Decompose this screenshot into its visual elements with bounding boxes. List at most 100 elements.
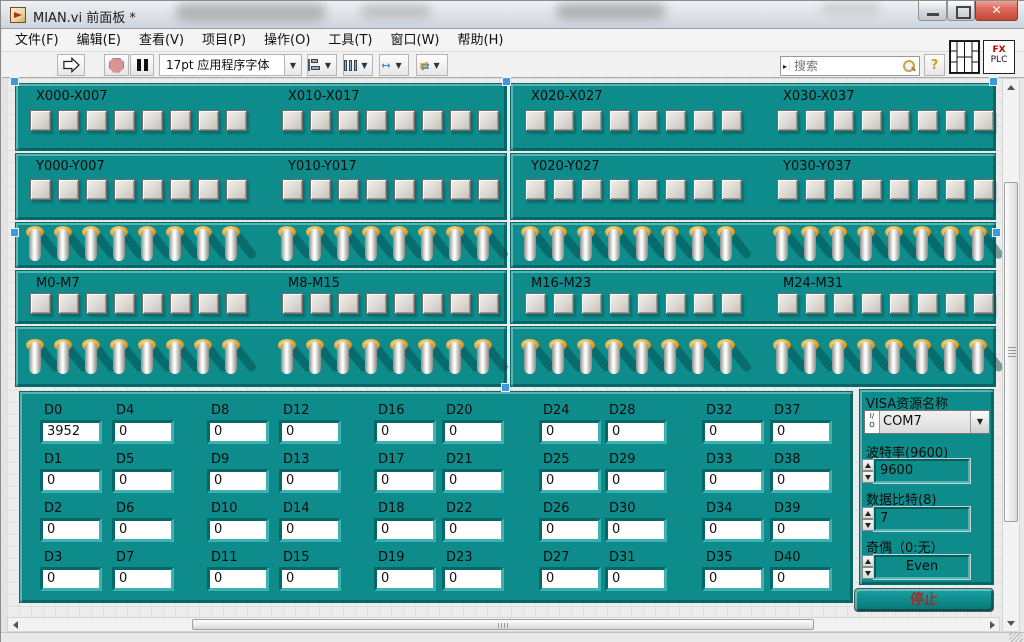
selection-handle[interactable] bbox=[502, 77, 511, 86]
vertical-scrollbar-thumb[interactable] bbox=[1004, 182, 1018, 522]
scroll-right-button[interactable] bbox=[986, 619, 998, 630]
d-register-field-D30[interactable]: 0 bbox=[605, 518, 667, 542]
d-register-field-D27[interactable]: 0 bbox=[539, 567, 601, 591]
help-button[interactable]: ? bbox=[924, 54, 945, 76]
menu-item-help[interactable]: 帮助(H) bbox=[449, 29, 513, 51]
toggle-switch[interactable] bbox=[82, 226, 100, 266]
horizontal-scrollbar[interactable] bbox=[7, 617, 1000, 632]
align-objects-button[interactable]: ▼ bbox=[307, 54, 337, 76]
toggle-switch[interactable] bbox=[717, 339, 735, 379]
menu-item-edit[interactable]: 编辑(E) bbox=[68, 29, 130, 51]
d-register-field-D15[interactable]: 0 bbox=[279, 567, 341, 591]
d-register-field-D18[interactable]: 0 bbox=[374, 518, 436, 542]
d-register-field-D37[interactable]: 0 bbox=[770, 420, 832, 444]
visa-resource-combo[interactable]: I/O COM7 ▼ bbox=[864, 410, 990, 434]
toggle-switch[interactable] bbox=[138, 339, 156, 379]
chevron-down-icon[interactable]: ▼ bbox=[285, 61, 301, 70]
toggle-switch[interactable] bbox=[26, 339, 44, 379]
toggle-switch[interactable] bbox=[801, 339, 819, 379]
toggle-switch[interactable] bbox=[26, 226, 44, 266]
toggle-switch[interactable] bbox=[913, 339, 931, 379]
d-register-field-D14[interactable]: 0 bbox=[279, 518, 341, 542]
toggle-switch[interactable] bbox=[717, 226, 735, 266]
toggle-switch[interactable] bbox=[549, 226, 567, 266]
toggle-switch[interactable] bbox=[334, 226, 352, 266]
toggle-switch[interactable] bbox=[661, 226, 679, 266]
toggle-switch[interactable] bbox=[521, 226, 539, 266]
toggle-switch[interactable] bbox=[418, 226, 436, 266]
d-register-field-D16[interactable]: 0 bbox=[374, 420, 436, 444]
toggle-switch[interactable] bbox=[222, 226, 240, 266]
toggle-switch[interactable] bbox=[54, 339, 72, 379]
toggle-switch[interactable] bbox=[969, 339, 987, 379]
toggle-switch[interactable] bbox=[577, 339, 595, 379]
d-register-field-D11[interactable]: 0 bbox=[207, 567, 269, 591]
toggle-switch[interactable] bbox=[110, 226, 128, 266]
toggle-switch[interactable] bbox=[521, 339, 539, 379]
resize-objects-button[interactable]: ⇿ ▼ bbox=[379, 54, 409, 76]
baud-rate-spinner[interactable] bbox=[862, 459, 874, 483]
selection-handle[interactable] bbox=[10, 228, 19, 237]
stop-button[interactable]: 停止 bbox=[854, 588, 994, 612]
toggle-switch[interactable] bbox=[773, 226, 791, 266]
toggle-switch[interactable] bbox=[306, 339, 324, 379]
d-register-field-D31[interactable]: 0 bbox=[605, 567, 667, 591]
d-register-field-D38[interactable]: 0 bbox=[770, 469, 832, 493]
toggle-switch[interactable] bbox=[194, 339, 212, 379]
d-register-field-D5[interactable]: 0 bbox=[112, 469, 174, 493]
d-register-field-D12[interactable]: 0 bbox=[279, 420, 341, 444]
toggle-switch[interactable] bbox=[857, 226, 875, 266]
d-register-field-D4[interactable]: 0 bbox=[112, 420, 174, 444]
d-register-field-D2[interactable]: 0 bbox=[40, 518, 102, 542]
toggle-switch[interactable] bbox=[278, 339, 296, 379]
toggle-switch[interactable] bbox=[418, 339, 436, 379]
d-register-field-D13[interactable]: 0 bbox=[279, 469, 341, 493]
d-register-field-D7[interactable]: 0 bbox=[112, 567, 174, 591]
menu-item-file[interactable]: 文件(F) bbox=[6, 29, 68, 51]
distribute-objects-button[interactable]: ▼ bbox=[343, 54, 373, 76]
run-button[interactable] bbox=[57, 54, 85, 76]
d-register-field-D26[interactable]: 0 bbox=[539, 518, 601, 542]
toggle-switch[interactable] bbox=[222, 339, 240, 379]
baud-rate-field[interactable]: 9600 bbox=[874, 459, 970, 483]
vi-icon[interactable]: FX PLC bbox=[983, 40, 1015, 74]
d-register-field-D1[interactable]: 0 bbox=[40, 469, 102, 493]
data-bits-field[interactable]: 7 bbox=[874, 507, 970, 531]
d-register-field-D6[interactable]: 0 bbox=[112, 518, 174, 542]
toggle-switch[interactable] bbox=[474, 339, 492, 379]
d-register-field-D32[interactable]: 0 bbox=[702, 420, 764, 444]
parity-field[interactable]: Even bbox=[874, 555, 970, 579]
d-register-field-D21[interactable]: 0 bbox=[442, 469, 504, 493]
toggle-switch[interactable] bbox=[773, 339, 791, 379]
d-register-field-D3[interactable]: 0 bbox=[40, 567, 102, 591]
selection-handle[interactable] bbox=[992, 228, 1001, 237]
toggle-switch[interactable] bbox=[362, 339, 380, 379]
close-button[interactable]: ✕ bbox=[975, 1, 1018, 21]
toggle-switch[interactable] bbox=[138, 226, 156, 266]
d-register-field-D0[interactable]: 3952 bbox=[40, 420, 102, 444]
vertical-scrollbar[interactable] bbox=[1002, 78, 1020, 632]
toggle-switch[interactable] bbox=[633, 226, 651, 266]
toggle-switch[interactable] bbox=[941, 339, 959, 379]
d-register-field-D23[interactable]: 0 bbox=[442, 567, 504, 591]
search-scope-icon[interactable]: ▸ bbox=[781, 62, 790, 71]
data-bits-spinner[interactable] bbox=[862, 507, 874, 531]
toggle-switch[interactable] bbox=[549, 339, 567, 379]
d-register-field-D29[interactable]: 0 bbox=[605, 469, 667, 493]
toggle-switch[interactable] bbox=[82, 339, 100, 379]
maximize-button[interactable] bbox=[947, 1, 975, 21]
d-register-field-D8[interactable]: 0 bbox=[207, 420, 269, 444]
connector-pane-icon[interactable] bbox=[949, 40, 980, 74]
d-register-field-D33[interactable]: 0 bbox=[702, 469, 764, 493]
toggle-switch[interactable] bbox=[689, 226, 707, 266]
menu-item-operate[interactable]: 操作(O) bbox=[255, 29, 319, 51]
toggle-switch[interactable] bbox=[446, 226, 464, 266]
toggle-switch[interactable] bbox=[110, 339, 128, 379]
horizontal-scrollbar-thumb[interactable] bbox=[192, 619, 814, 630]
d-register-field-D25[interactable]: 0 bbox=[539, 469, 601, 493]
d-register-field-D34[interactable]: 0 bbox=[702, 518, 764, 542]
toggle-switch[interactable] bbox=[829, 226, 847, 266]
pause-button[interactable] bbox=[130, 54, 154, 76]
d-register-field-D9[interactable]: 0 bbox=[207, 469, 269, 493]
toggle-switch[interactable] bbox=[390, 339, 408, 379]
